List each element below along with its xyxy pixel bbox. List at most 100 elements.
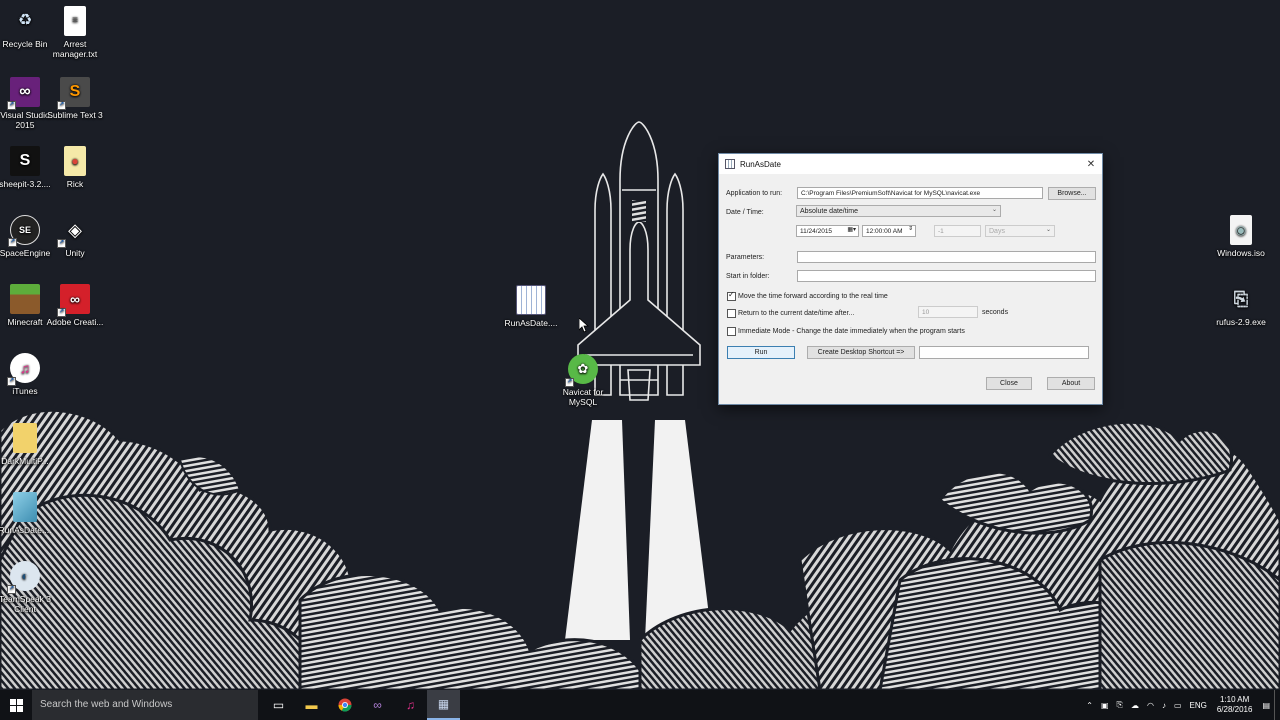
system-tray: ⌃ ▣ ⎘ ☁ ◠ ♪ ▭ ENG 1:10 AM 6/28/2016 ▤ — [1082, 690, 1280, 720]
offset-unit-value: Days — [989, 228, 1005, 235]
navicat-icon: ✿ ↗ — [565, 354, 598, 387]
start-in-folder-field[interactable] — [797, 270, 1096, 282]
return-label: Return to the current date/time after... — [738, 310, 855, 317]
desktop-icon-teamspeak[interactable]: ◐ ↗ TeamSpeak 3 Client — [0, 561, 55, 614]
search-box[interactable]: Search the web and Windows — [32, 690, 258, 720]
close-button[interactable]: Close — [986, 377, 1032, 390]
calendar-icon — [516, 285, 546, 315]
show-desktop-button[interactable] — [1274, 690, 1280, 720]
desktop-icon-runasdate[interactable]: RunAsDate.... — [501, 285, 561, 328]
offset-unit-select[interactable]: Days ⌄ — [985, 225, 1055, 237]
parameters-field[interactable] — [797, 251, 1096, 263]
run-button[interactable]: Run — [727, 346, 795, 359]
language-indicator[interactable]: ENG — [1186, 701, 1211, 710]
task-view-icon[interactable]: ▭ — [262, 690, 295, 720]
datetime-mode-value: Absolute date/time — [800, 208, 858, 215]
clock[interactable]: 1:10 AM 6/28/2016 — [1211, 695, 1259, 715]
about-button[interactable]: About — [1047, 377, 1095, 390]
shortcut-arrow-icon: ↗ — [57, 239, 66, 248]
desktop-icon-label: TeamSpeak 3 Client — [0, 594, 51, 614]
taskbar: Search the web and Windows ▭ ▬ ∞ ♫ ▦ ⌃ ▣… — [0, 690, 1280, 720]
file-explorer-icon[interactable]: ▬ — [295, 690, 328, 720]
usb-drive-icon: ⎘ — [1233, 289, 1249, 309]
unity-icon: ◈ ↗ — [57, 220, 82, 248]
desktop-icon-label: Windows.iso — [1217, 248, 1265, 258]
window-titlebar[interactable]: RunAsDate ✕ — [719, 154, 1102, 174]
desktop-icon-label: Sublime Text 3 — [47, 110, 103, 120]
usb-icon[interactable]: ⎘ — [1113, 700, 1127, 710]
date-picker[interactable]: 11/24/2015 ▦▾ — [796, 225, 859, 237]
desktop-icon-label: iTunes — [12, 386, 38, 396]
calendar-dropdown-icon: ▦▾ — [847, 227, 856, 233]
chrome-icon[interactable] — [328, 690, 361, 720]
shortcut-arrow-icon: ↗ — [57, 308, 66, 317]
close-icon[interactable]: ✕ — [1080, 154, 1102, 174]
immediate-mode-checkbox[interactable] — [727, 327, 736, 336]
desktop-icon-runasdate-archive[interactable]: RunAsDate.... — [0, 492, 55, 535]
desktop-icon-label: Rick — [66, 179, 84, 189]
spaceengine-icon: SE ↗ — [8, 215, 40, 247]
action-center-icon[interactable]: ▤ — [1258, 701, 1274, 710]
shortcut-arrow-icon: ↗ — [57, 101, 66, 110]
onedrive-icon[interactable]: ☁ — [1127, 701, 1143, 710]
desktop-icon-windows-iso[interactable]: ◉ Windows.iso — [1211, 215, 1271, 258]
desktop-icon-label: Arrest manager.txt — [52, 39, 98, 59]
itunes-icon[interactable]: ♫ — [394, 690, 427, 720]
move-forward-checkbox[interactable] — [727, 290, 736, 301]
start-button[interactable] — [0, 690, 32, 720]
chevron-up-icon[interactable]: ⌃ — [1082, 701, 1097, 710]
window-title: RunAsDate — [740, 159, 781, 169]
iso-disc-icon: ◉ — [1230, 215, 1252, 245]
visual-studio-icon[interactable]: ∞ — [361, 690, 394, 720]
time-picker[interactable]: 12:00:00 AM ⇕ — [862, 225, 916, 237]
desktop-icon-rick[interactable]: ● Rick — [45, 146, 105, 189]
datetime-mode-select[interactable]: Absolute date/time ⌄ — [796, 205, 1001, 217]
battery-icon[interactable]: ▭ — [1170, 701, 1186, 710]
runasdate-archive-icon — [13, 492, 37, 522]
chevron-down-icon: ⌄ — [1045, 227, 1051, 233]
desktop-icon-sublime-text[interactable]: S ↗ Sublime Text 3 — [45, 77, 105, 120]
runasdate-icon[interactable]: ▦ — [427, 690, 460, 720]
time-value: 12:00:00 AM — [866, 228, 903, 235]
create-shortcut-button[interactable]: Create Desktop Shortcut => — [807, 346, 915, 359]
visual-studio-icon: ∞ ↗ — [7, 77, 40, 110]
return-unit-label: seconds — [982, 309, 1009, 316]
immediate-mode-label: Immediate Mode - Change the date immedia… — [738, 328, 965, 335]
volume-icon[interactable]: ♪ — [1158, 701, 1170, 710]
windows-logo-icon — [9, 698, 23, 712]
text-file-icon: ≡ — [64, 6, 86, 36]
desktop-icon-arrest-manager[interactable]: ≡ Arrest manager.txt — [45, 6, 105, 59]
adobe-cc-icon: ∞ ↗ — [57, 284, 90, 317]
runasdate-window: RunAsDate ✕ Application to run: C:\Progr… — [718, 153, 1103, 405]
browse-button[interactable]: Browse... — [1048, 187, 1096, 200]
desktop-icon-label: Unity — [65, 248, 85, 258]
teamspeak-icon: ◐ ↗ — [7, 561, 40, 594]
desktop-icon-navicat[interactable]: ✿ ↗ Navicat for MySQL — [553, 354, 613, 407]
desktop-icon-darkmultip[interactable]: DarkMultiP... — [0, 423, 55, 466]
shortcut-arrow-icon: ↗ — [565, 378, 574, 387]
return-seconds-field[interactable]: 10 — [918, 306, 978, 318]
parameters-label: Parameters: — [726, 254, 765, 261]
chevron-down-icon: ⌄ — [991, 207, 997, 213]
clock-time: 1:10 AM — [1219, 695, 1250, 704]
date-value: 11/24/2015 — [800, 228, 833, 235]
desktop-icon-adobe-cc[interactable]: ∞ ↗ Adobe Creati... — [45, 284, 105, 327]
spinner-icon: ⇕ — [907, 226, 913, 232]
desktop-icon-rufus[interactable]: ⎘ rufus-2.9.exe — [1211, 284, 1271, 327]
desktop-icon-label: DarkMultiP... — [1, 456, 49, 466]
return-checkbox[interactable] — [727, 309, 736, 318]
start-in-folder-label: Start in folder: — [726, 273, 770, 280]
shortcut-name-field[interactable] — [919, 346, 1089, 359]
itunes-icon: ♫ ↗ — [7, 353, 40, 386]
chrome-logo — [338, 698, 351, 712]
network-adapter-icon[interactable]: ▣ — [1097, 701, 1113, 710]
sheepit-icon: S — [10, 146, 40, 176]
app-to-run-field[interactable]: C:\Program Files\PremiumSoft\Navicat for… — [797, 187, 1043, 199]
desktop-icon-unity[interactable]: ◈ ↗ Unity — [45, 215, 105, 258]
offset-field[interactable]: -1 — [934, 225, 981, 237]
wifi-icon[interactable]: ◠ — [1143, 701, 1158, 710]
desktop-icon-label: rufus-2.9.exe — [1216, 317, 1266, 327]
desktop-icon-label: Navicat for MySQL — [562, 387, 604, 407]
runasdate-app-icon — [725, 159, 735, 169]
desktop-icon-itunes[interactable]: ♫ ↗ iTunes — [0, 353, 55, 396]
